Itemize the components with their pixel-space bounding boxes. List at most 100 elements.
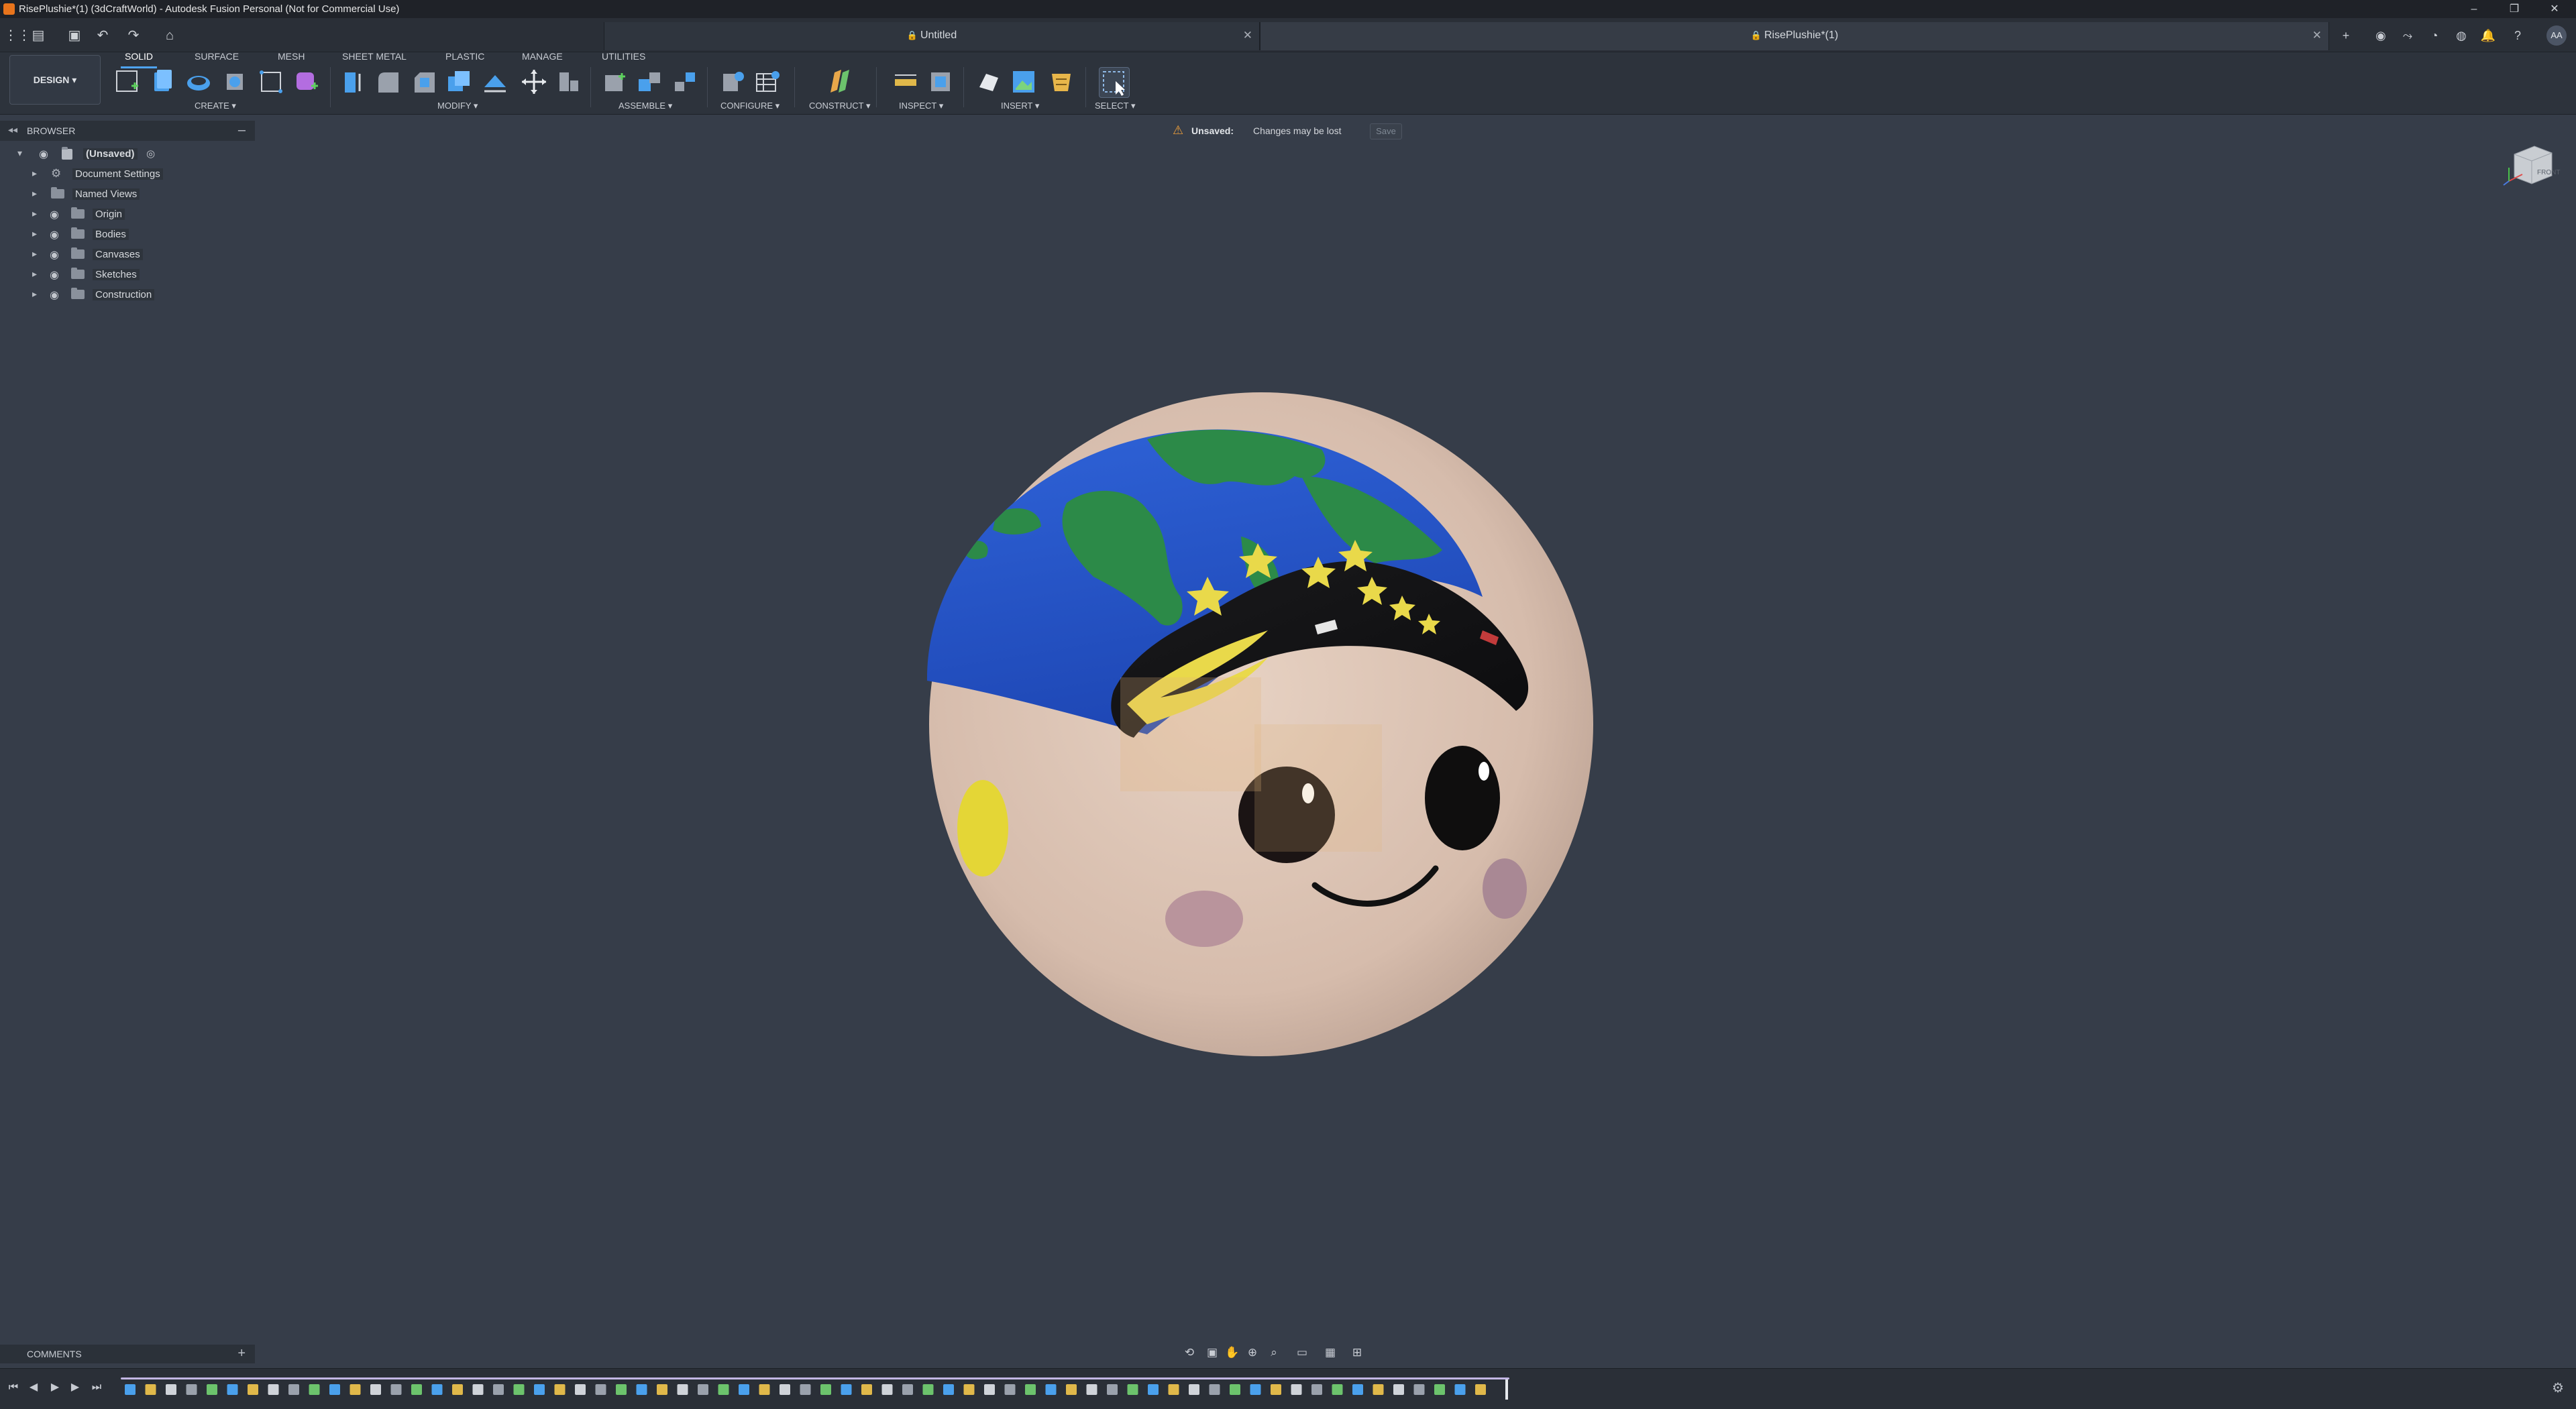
tab-surface[interactable]: SURFACE — [195, 51, 239, 64]
chevron-right-icon[interactable]: ▸ — [32, 168, 37, 179]
visibility-eye-icon[interactable]: ◉ — [50, 228, 59, 241]
timeline-feature-icon[interactable] — [411, 1384, 422, 1395]
insert-derive-icon[interactable] — [974, 67, 1004, 97]
timeline-feature-icon[interactable] — [268, 1384, 279, 1395]
add-comment-icon[interactable]: + — [237, 1346, 246, 1361]
press-pull-icon[interactable] — [338, 67, 368, 97]
configure-icon[interactable] — [718, 67, 747, 97]
shell-icon[interactable] — [444, 67, 474, 97]
timeline-feature-icon[interactable] — [943, 1384, 954, 1395]
visibility-eye-icon[interactable]: ◉ — [50, 288, 59, 302]
section-analysis-icon[interactable] — [926, 67, 955, 97]
timeline-track[interactable] — [121, 1375, 1509, 1402]
select-icon[interactable] — [1099, 67, 1130, 98]
timeline-feature-icon[interactable] — [595, 1384, 606, 1395]
create-extrude-icon[interactable] — [148, 67, 177, 97]
insert-canvas-icon[interactable] — [1009, 67, 1038, 97]
timeline-feature-icon[interactable] — [739, 1384, 749, 1395]
timeline-feature-icon[interactable] — [1393, 1384, 1404, 1395]
browser-root-node[interactable]: ▾ ◉ (Unsaved) ◎ — [0, 144, 255, 164]
timeline-feature-icon[interactable] — [616, 1384, 627, 1395]
look-at-icon[interactable]: ▣ — [1203, 1345, 1221, 1361]
tab-untitled[interactable]: 🔒 Untitled ✕ — [604, 22, 1260, 50]
timeline-feature-icon[interactable] — [902, 1384, 913, 1395]
joint-icon[interactable] — [635, 67, 664, 97]
chevron-right-icon[interactable]: ▸ — [32, 228, 37, 239]
timeline-feature-icon[interactable] — [390, 1384, 402, 1395]
timeline-feature-icon[interactable] — [1107, 1384, 1118, 1395]
browser-item-bodies[interactable]: ▸ ◉ Bodies — [0, 224, 255, 244]
timeline-feature-icon[interactable] — [370, 1384, 381, 1395]
form-icon[interactable] — [291, 67, 321, 97]
timeline-feature-icon[interactable] — [677, 1384, 688, 1395]
timeline-feature-icon[interactable] — [166, 1384, 176, 1395]
timeline-feature-icon[interactable] — [963, 1384, 975, 1395]
timeline-feature-icon[interactable] — [841, 1384, 852, 1395]
timeline-feature-icon[interactable] — [431, 1384, 443, 1395]
select-group-label[interactable]: SELECT ▾ — [1095, 101, 1135, 111]
timeline-marker[interactable] — [1505, 1379, 1508, 1400]
timeline-feature-icon[interactable] — [1189, 1384, 1199, 1395]
extensions-icon[interactable]: ◉ — [2372, 27, 2390, 44]
viewports-icon[interactable]: ⊞ — [1348, 1345, 1366, 1361]
orbit-icon[interactable]: ⟲ — [1181, 1345, 1198, 1361]
timeline-feature-icon[interactable] — [575, 1384, 586, 1395]
timeline-feature-icon[interactable] — [698, 1384, 708, 1395]
visibility-eye-icon[interactable]: ◉ — [50, 208, 59, 221]
timeline-feature-icon[interactable] — [820, 1384, 831, 1395]
timeline-feature-icon[interactable] — [861, 1384, 872, 1395]
data-panel-icon[interactable]: ◍ — [2453, 27, 2470, 44]
timeline-feature-icon[interactable] — [1413, 1384, 1425, 1395]
revolve-icon[interactable] — [184, 67, 213, 97]
save-button[interactable]: Save — [1370, 123, 1402, 139]
model-viewport[interactable] — [892, 376, 1657, 1086]
close-tab-icon[interactable]: ✕ — [1243, 29, 1252, 42]
timeline-settings-icon[interactable]: ⚙ — [2552, 1379, 2564, 1396]
timeline-feature-icon[interactable] — [472, 1384, 484, 1395]
tab-solid[interactable]: SOLID — [120, 51, 158, 68]
tab-manage[interactable]: MANAGE — [522, 51, 563, 64]
align-icon[interactable] — [554, 67, 584, 97]
timeline-feature-icon[interactable] — [1271, 1384, 1281, 1395]
undo-icon[interactable]: ↶ — [94, 27, 111, 44]
zoom-icon[interactable]: ⊕ — [1244, 1345, 1261, 1361]
visibility-eye-icon[interactable]: ◉ — [39, 148, 48, 161]
timeline-feature-icon[interactable] — [657, 1384, 667, 1395]
insert-group-label[interactable]: INSERT ▾ — [1001, 101, 1039, 111]
timeline-feature-icon[interactable] — [1291, 1384, 1302, 1395]
browser-item-construction[interactable]: ▸ ◉ Construction — [0, 284, 255, 304]
as-built-joint-icon[interactable] — [669, 67, 699, 97]
new-component-icon[interactable] — [600, 67, 629, 97]
measure-icon[interactable] — [891, 67, 920, 97]
pattern-icon[interactable] — [256, 67, 286, 97]
combine-icon[interactable] — [480, 67, 510, 97]
play-icon[interactable]: ▶ — [47, 1379, 63, 1396]
workspace-switcher-button[interactable]: DESIGN ▾ — [9, 55, 101, 105]
timeline-feature-icon[interactable] — [1373, 1384, 1384, 1395]
timeline-feature-icon[interactable] — [881, 1384, 893, 1395]
timeline-feature-icon[interactable] — [1127, 1384, 1138, 1395]
fillet-icon[interactable] — [373, 67, 402, 97]
create-group-label[interactable]: CREATE ▾ — [195, 101, 236, 111]
display-settings-icon[interactable]: ▭ — [1293, 1345, 1311, 1361]
browser-item-sketches[interactable]: ▸ ◉ Sketches — [0, 264, 255, 284]
timeline-feature-icon[interactable] — [227, 1384, 238, 1395]
collapse-panel-icon[interactable]: ◂◂ — [8, 124, 17, 135]
notifications-icon[interactable]: 🔔 — [2479, 27, 2497, 44]
timeline-feature-icon[interactable] — [288, 1384, 299, 1395]
online-status-icon[interactable]: ◔ — [2426, 27, 2443, 44]
modify-group-label[interactable]: MODIFY ▾ — [437, 101, 478, 111]
timeline-feature-icon[interactable] — [1045, 1384, 1057, 1395]
chevron-right-icon[interactable]: ▸ — [32, 268, 37, 280]
redo-icon[interactable]: ↷ — [125, 27, 142, 44]
timeline-feature-icon[interactable] — [452, 1384, 463, 1395]
timeline-feature-icon[interactable] — [207, 1384, 217, 1395]
restore-button[interactable]: ❐ — [2501, 3, 2528, 16]
visibility-eye-icon[interactable]: ◉ — [50, 248, 59, 262]
go-to-end-icon[interactable]: ⏭ — [89, 1379, 105, 1396]
new-tab-icon[interactable]: + — [2337, 27, 2355, 44]
move-copy-icon[interactable] — [519, 67, 549, 97]
grid-settings-icon[interactable]: ▦ — [1322, 1345, 1339, 1361]
timeline-feature-icon[interactable] — [780, 1384, 790, 1395]
timeline-feature-icon[interactable] — [350, 1384, 361, 1395]
